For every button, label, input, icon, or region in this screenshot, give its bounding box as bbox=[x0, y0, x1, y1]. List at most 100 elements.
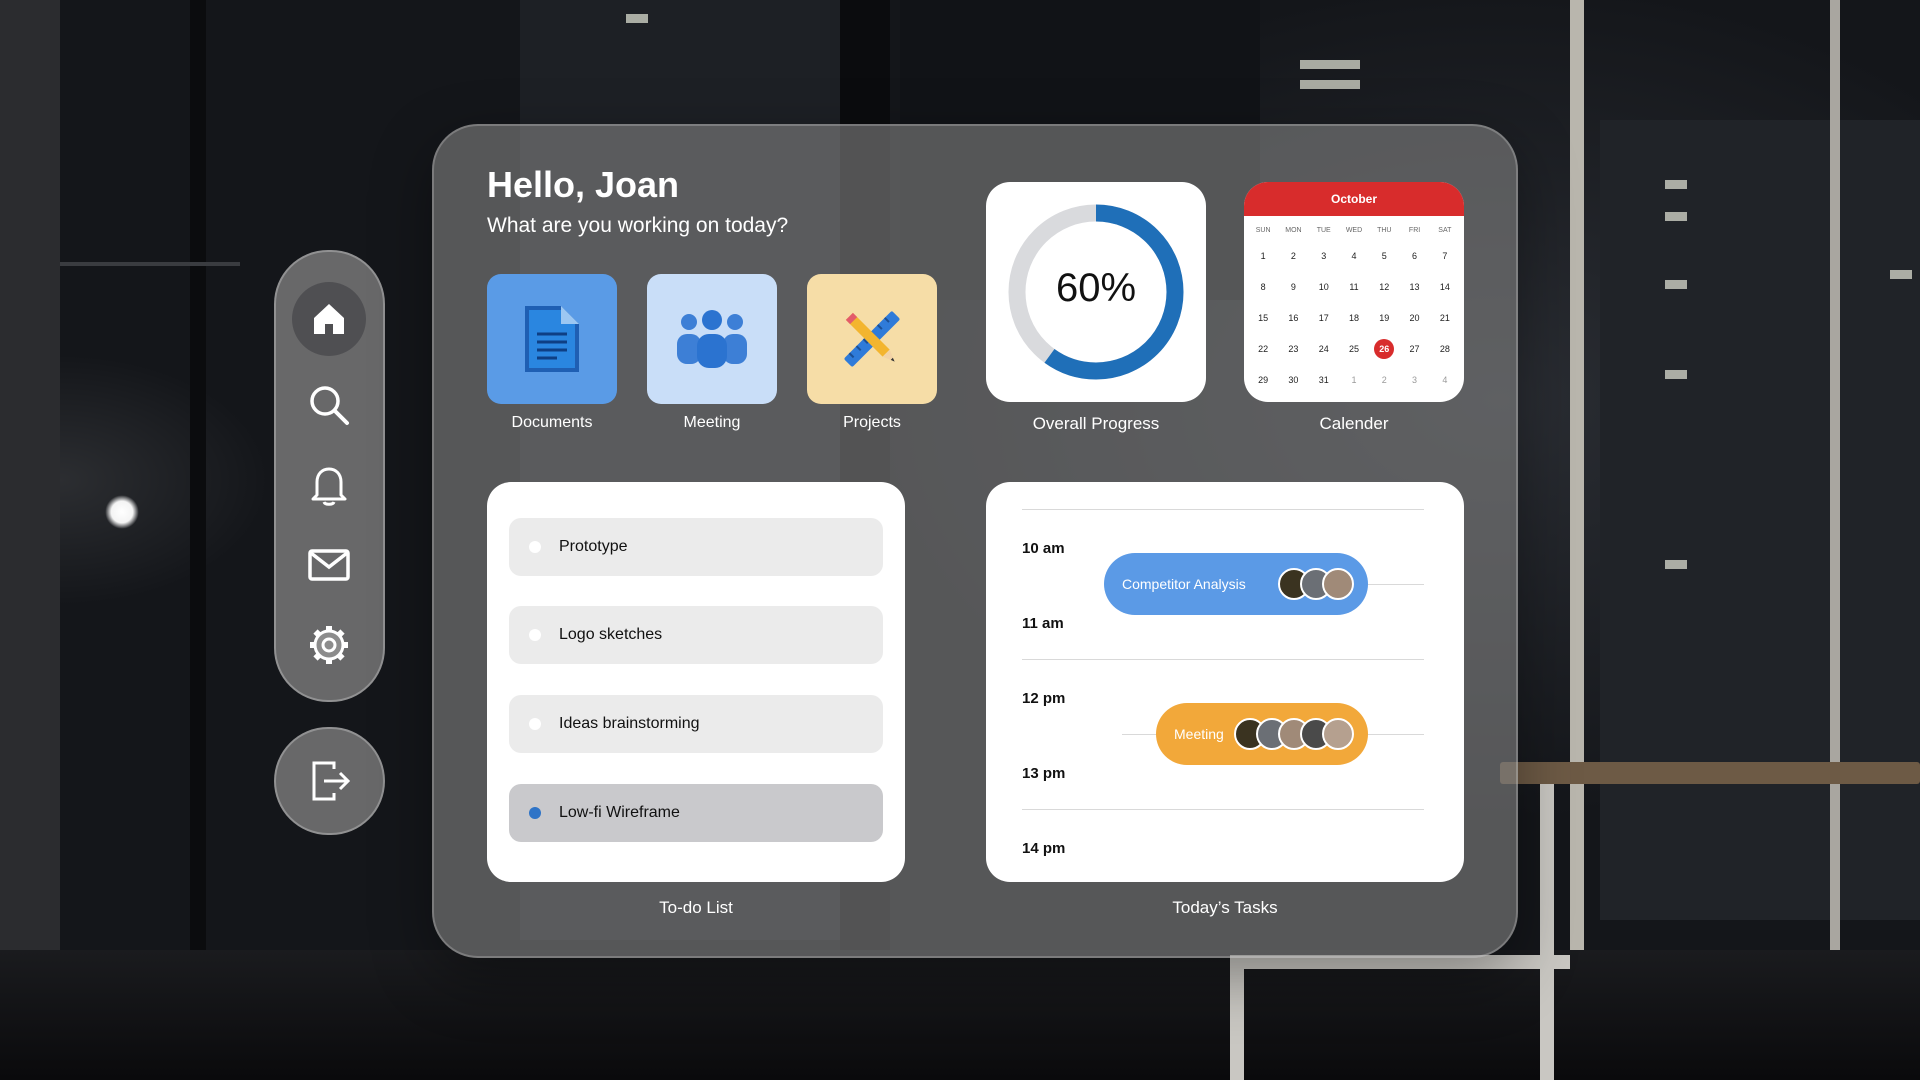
day-number: 3 bbox=[1412, 374, 1418, 385]
calendar-day[interactable]: 2 bbox=[1278, 240, 1308, 271]
meeting-label: Meeting bbox=[683, 414, 741, 431]
event-competitor-analysis[interactable]: Competitor Analysis bbox=[1104, 553, 1368, 615]
calendar-day[interactable]: 6 bbox=[1399, 240, 1429, 271]
calendar-day[interactable]: 7 bbox=[1430, 240, 1460, 271]
calendar-day[interactable]: 27 bbox=[1399, 333, 1429, 364]
calendar-day-today[interactable]: 26 bbox=[1369, 333, 1399, 364]
calendar-day[interactable]: 11 bbox=[1339, 271, 1369, 302]
projects-app[interactable]: Projects bbox=[807, 274, 937, 432]
todo-checkbox[interactable] bbox=[529, 807, 541, 819]
calendar-day[interactable]: 22 bbox=[1248, 333, 1278, 364]
meeting-app[interactable]: Meeting bbox=[647, 274, 777, 432]
nav-notifications-button[interactable] bbox=[292, 448, 366, 522]
calendar-card[interactable]: October SUN MON TUE WED THU FRI SAT 1 2 3 4 5 6 7 8 9 10… bbox=[1244, 182, 1464, 402]
todo-card: Prototype Logo sketches Ideas brainstorm… bbox=[487, 482, 905, 882]
time-label: 11 am bbox=[1022, 615, 1064, 632]
avatar bbox=[1322, 718, 1354, 750]
day-number: 15 bbox=[1258, 312, 1269, 323]
logout-button[interactable] bbox=[274, 727, 385, 835]
day-number: 5 bbox=[1381, 250, 1387, 261]
time-divider bbox=[1022, 509, 1424, 510]
day-number: 6 bbox=[1412, 250, 1418, 261]
nav-mail-button[interactable] bbox=[292, 528, 366, 602]
calendar-day[interactable]: 17 bbox=[1309, 302, 1339, 333]
calendar-day[interactable]: 29 bbox=[1248, 364, 1278, 395]
calendar-day[interactable]: 1 bbox=[1339, 364, 1369, 395]
calendar-day[interactable]: 15 bbox=[1248, 302, 1278, 333]
calendar-day[interactable]: 8 bbox=[1248, 271, 1278, 302]
calendar-day[interactable]: 14 bbox=[1430, 271, 1460, 302]
calendar-grid: SUN MON TUE WED THU FRI SAT 1 2 3 4 5 6 7 8 9 10 11 12 13 14… bbox=[1244, 216, 1464, 395]
calendar-day[interactable]: 3 bbox=[1309, 240, 1339, 271]
day-number: 14 bbox=[1439, 281, 1450, 292]
day-number: 9 bbox=[1290, 281, 1296, 292]
calendar-day[interactable]: 18 bbox=[1339, 302, 1369, 333]
calendar-day[interactable]: 5 bbox=[1369, 240, 1399, 271]
day-number: 26 bbox=[1374, 338, 1395, 359]
calendar-day[interactable]: 30 bbox=[1278, 364, 1308, 395]
calendar-day[interactable]: 2 bbox=[1369, 364, 1399, 395]
day-number: 20 bbox=[1409, 312, 1420, 323]
todo-item[interactable]: Low-fi Wireframe bbox=[509, 784, 883, 842]
calendar-day[interactable]: 9 bbox=[1278, 271, 1308, 302]
day-number: 19 bbox=[1379, 312, 1390, 323]
time-label: 12 pm bbox=[1022, 690, 1066, 707]
calendar-day[interactable]: 31 bbox=[1309, 364, 1339, 395]
todo-checkbox[interactable] bbox=[529, 541, 541, 553]
document-icon bbox=[525, 306, 579, 372]
calendar-day[interactable]: 21 bbox=[1430, 302, 1460, 333]
todo-caption: To-do List bbox=[659, 898, 733, 917]
event-meeting[interactable]: Meeting bbox=[1156, 703, 1368, 765]
calendar-day[interactable]: 3 bbox=[1399, 364, 1429, 395]
todo-checkbox[interactable] bbox=[529, 629, 541, 641]
home-icon bbox=[314, 304, 344, 334]
calendar-day[interactable]: 28 bbox=[1430, 333, 1460, 364]
projects-tile[interactable] bbox=[807, 274, 937, 404]
calendar-day[interactable]: 19 bbox=[1369, 302, 1399, 333]
day-number: 18 bbox=[1348, 312, 1359, 323]
calendar-day[interactable]: 13 bbox=[1399, 271, 1429, 302]
event-title: Competitor Analysis bbox=[1122, 576, 1246, 592]
todo-item[interactable]: Prototype bbox=[509, 518, 883, 576]
search-icon bbox=[310, 386, 349, 425]
todo-item[interactable]: Logo sketches bbox=[509, 606, 883, 664]
todo-item[interactable]: Ideas brainstorming bbox=[509, 695, 883, 753]
weekday-label: THU bbox=[1377, 227, 1392, 234]
day-number: 1 bbox=[1260, 250, 1266, 261]
documents-app[interactable]: Documents bbox=[487, 274, 617, 432]
nav-settings-button[interactable] bbox=[292, 608, 366, 682]
calendar-day[interactable]: 20 bbox=[1399, 302, 1429, 333]
calendar-day[interactable]: 23 bbox=[1278, 333, 1308, 364]
calendar-day[interactable]: 4 bbox=[1430, 364, 1460, 395]
todo-label: Low-fi Wireframe bbox=[559, 804, 680, 821]
weekday-label: FRI bbox=[1408, 227, 1421, 234]
people-icon bbox=[677, 310, 747, 368]
calendar-day[interactable]: 24 bbox=[1309, 333, 1339, 364]
day-number: 2 bbox=[1381, 374, 1387, 385]
meeting-tile[interactable] bbox=[647, 274, 777, 404]
calendar-day[interactable]: 25 bbox=[1339, 333, 1369, 364]
day-number: 3 bbox=[1321, 250, 1327, 261]
calendar-day[interactable]: 4 bbox=[1339, 240, 1369, 271]
gear-icon bbox=[310, 626, 348, 664]
day-number: 31 bbox=[1318, 374, 1329, 385]
day-number: 10 bbox=[1318, 281, 1329, 292]
documents-tile[interactable] bbox=[487, 274, 617, 404]
day-number: 21 bbox=[1439, 312, 1450, 323]
day-number: 27 bbox=[1409, 343, 1420, 354]
progress-caption: Overall Progress bbox=[1032, 414, 1160, 433]
documents-label: Documents bbox=[511, 414, 593, 431]
time-divider bbox=[1022, 659, 1424, 660]
calendar-day[interactable]: 16 bbox=[1278, 302, 1308, 333]
event-attendees bbox=[1234, 718, 1354, 750]
mail-icon bbox=[308, 549, 350, 581]
time-label: 10 am bbox=[1022, 540, 1065, 557]
tasks-card: 10 am 11 am 12 pm 13 pm 14 pm Competitor… bbox=[986, 482, 1464, 882]
todo-checkbox[interactable] bbox=[529, 718, 541, 730]
day-number: 7 bbox=[1442, 250, 1448, 261]
calendar-day[interactable]: 10 bbox=[1309, 271, 1339, 302]
calendar-day[interactable]: 12 bbox=[1369, 271, 1399, 302]
calendar-day[interactable]: 1 bbox=[1248, 240, 1278, 271]
nav-home-button[interactable] bbox=[292, 282, 366, 356]
nav-search-button[interactable] bbox=[292, 368, 366, 442]
